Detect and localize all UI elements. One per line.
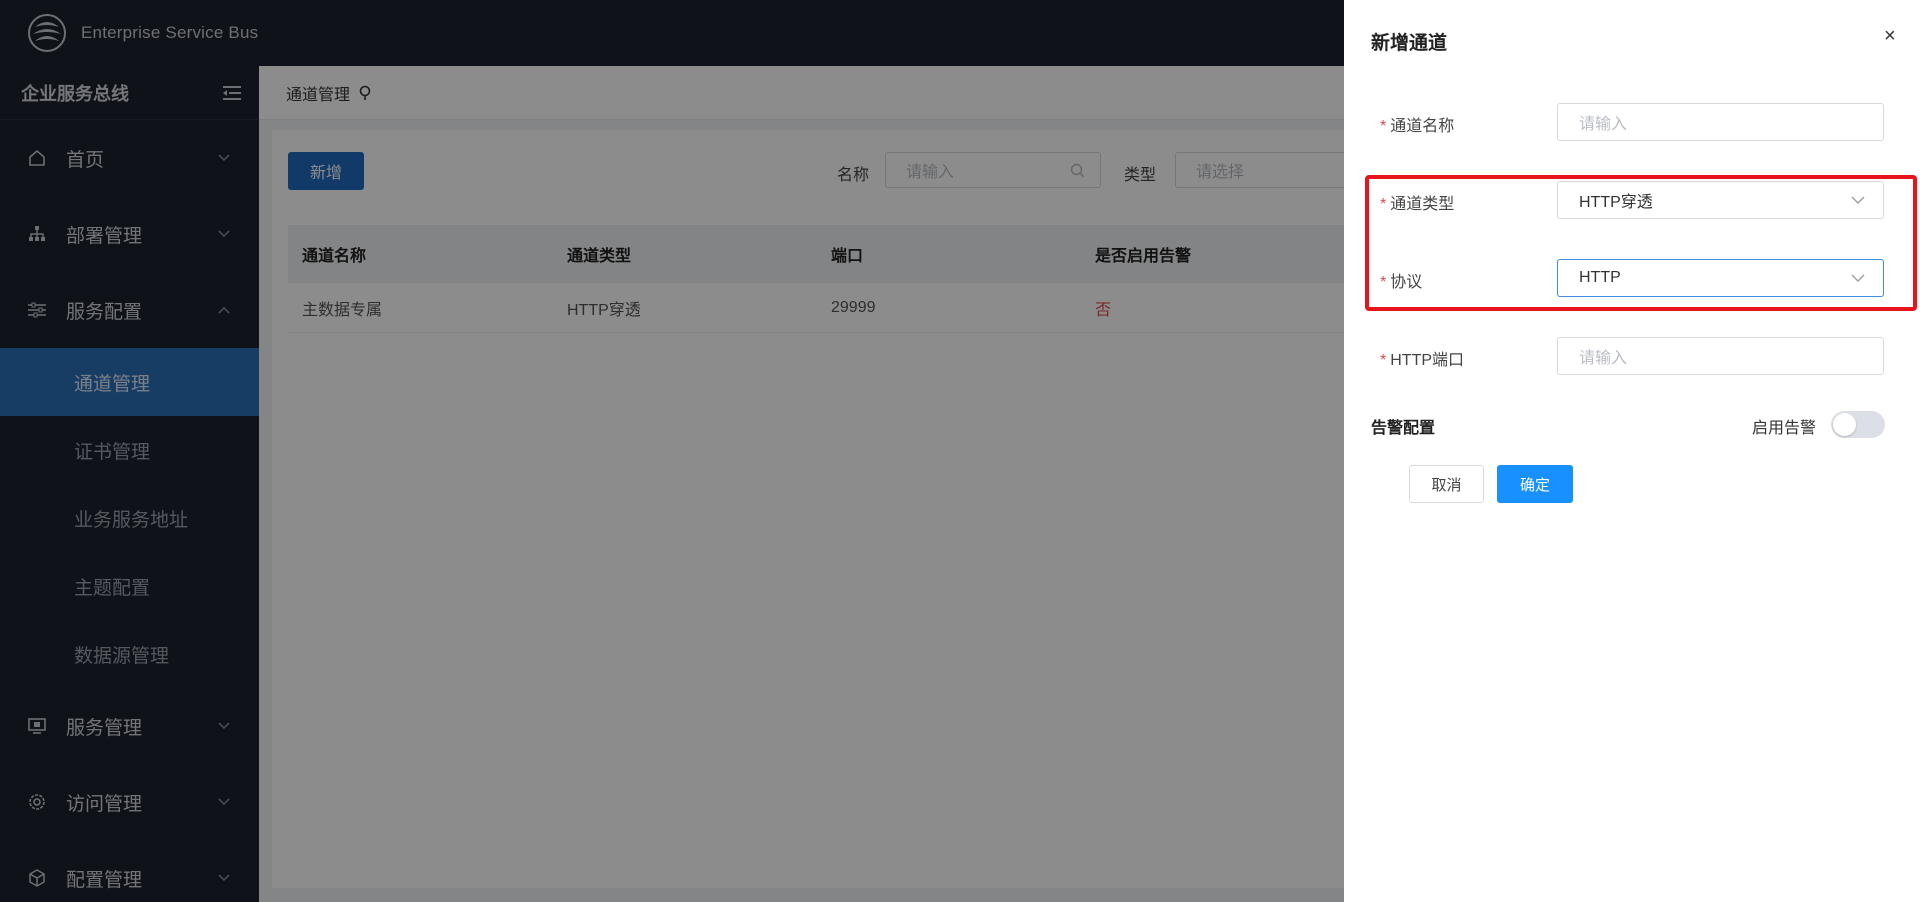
alarm-toggle[interactable] [1831,411,1885,438]
http-port-label-text: HTTP端口 [1390,352,1465,369]
drawer-title: 新增通道 [1371,33,1448,54]
channel-name-label-text: 通道名称 [1390,118,1455,135]
channel-name-input[interactable]: 请输入 [1557,103,1884,141]
cancel-button[interactable]: 取消 [1409,465,1484,503]
confirm-button[interactable]: 确定 [1497,465,1573,503]
drawer-mask[interactable] [0,0,1344,902]
alarm-toggle-label: 启用告警 [1752,420,1817,437]
alarm-config-title: 告警配置 [1371,420,1436,437]
channel-name-placeholder: 请输入 [1579,116,1628,133]
channel-name-label: * 通道名称 [1380,112,1454,136]
close-icon[interactable]: × [1884,26,1896,46]
form-row-http-port: * HTTP端口 请输入 [1344,337,1920,375]
http-port-placeholder: 请输入 [1579,350,1628,367]
required-mark: * [1380,352,1387,369]
add-channel-drawer: 新增通道 × * 通道名称 请输入 * 通道类型 HTTP穿透 * 协议 HTTP *… [1344,0,1920,902]
toggle-knob [1833,413,1856,436]
form-row-channel-name: * 通道名称 请输入 [1344,103,1920,141]
http-port-input[interactable]: 请输入 [1557,337,1884,375]
http-port-label: * HTTP端口 [1380,346,1464,370]
highlight-annotation [1365,175,1917,311]
required-mark: * [1380,118,1387,135]
